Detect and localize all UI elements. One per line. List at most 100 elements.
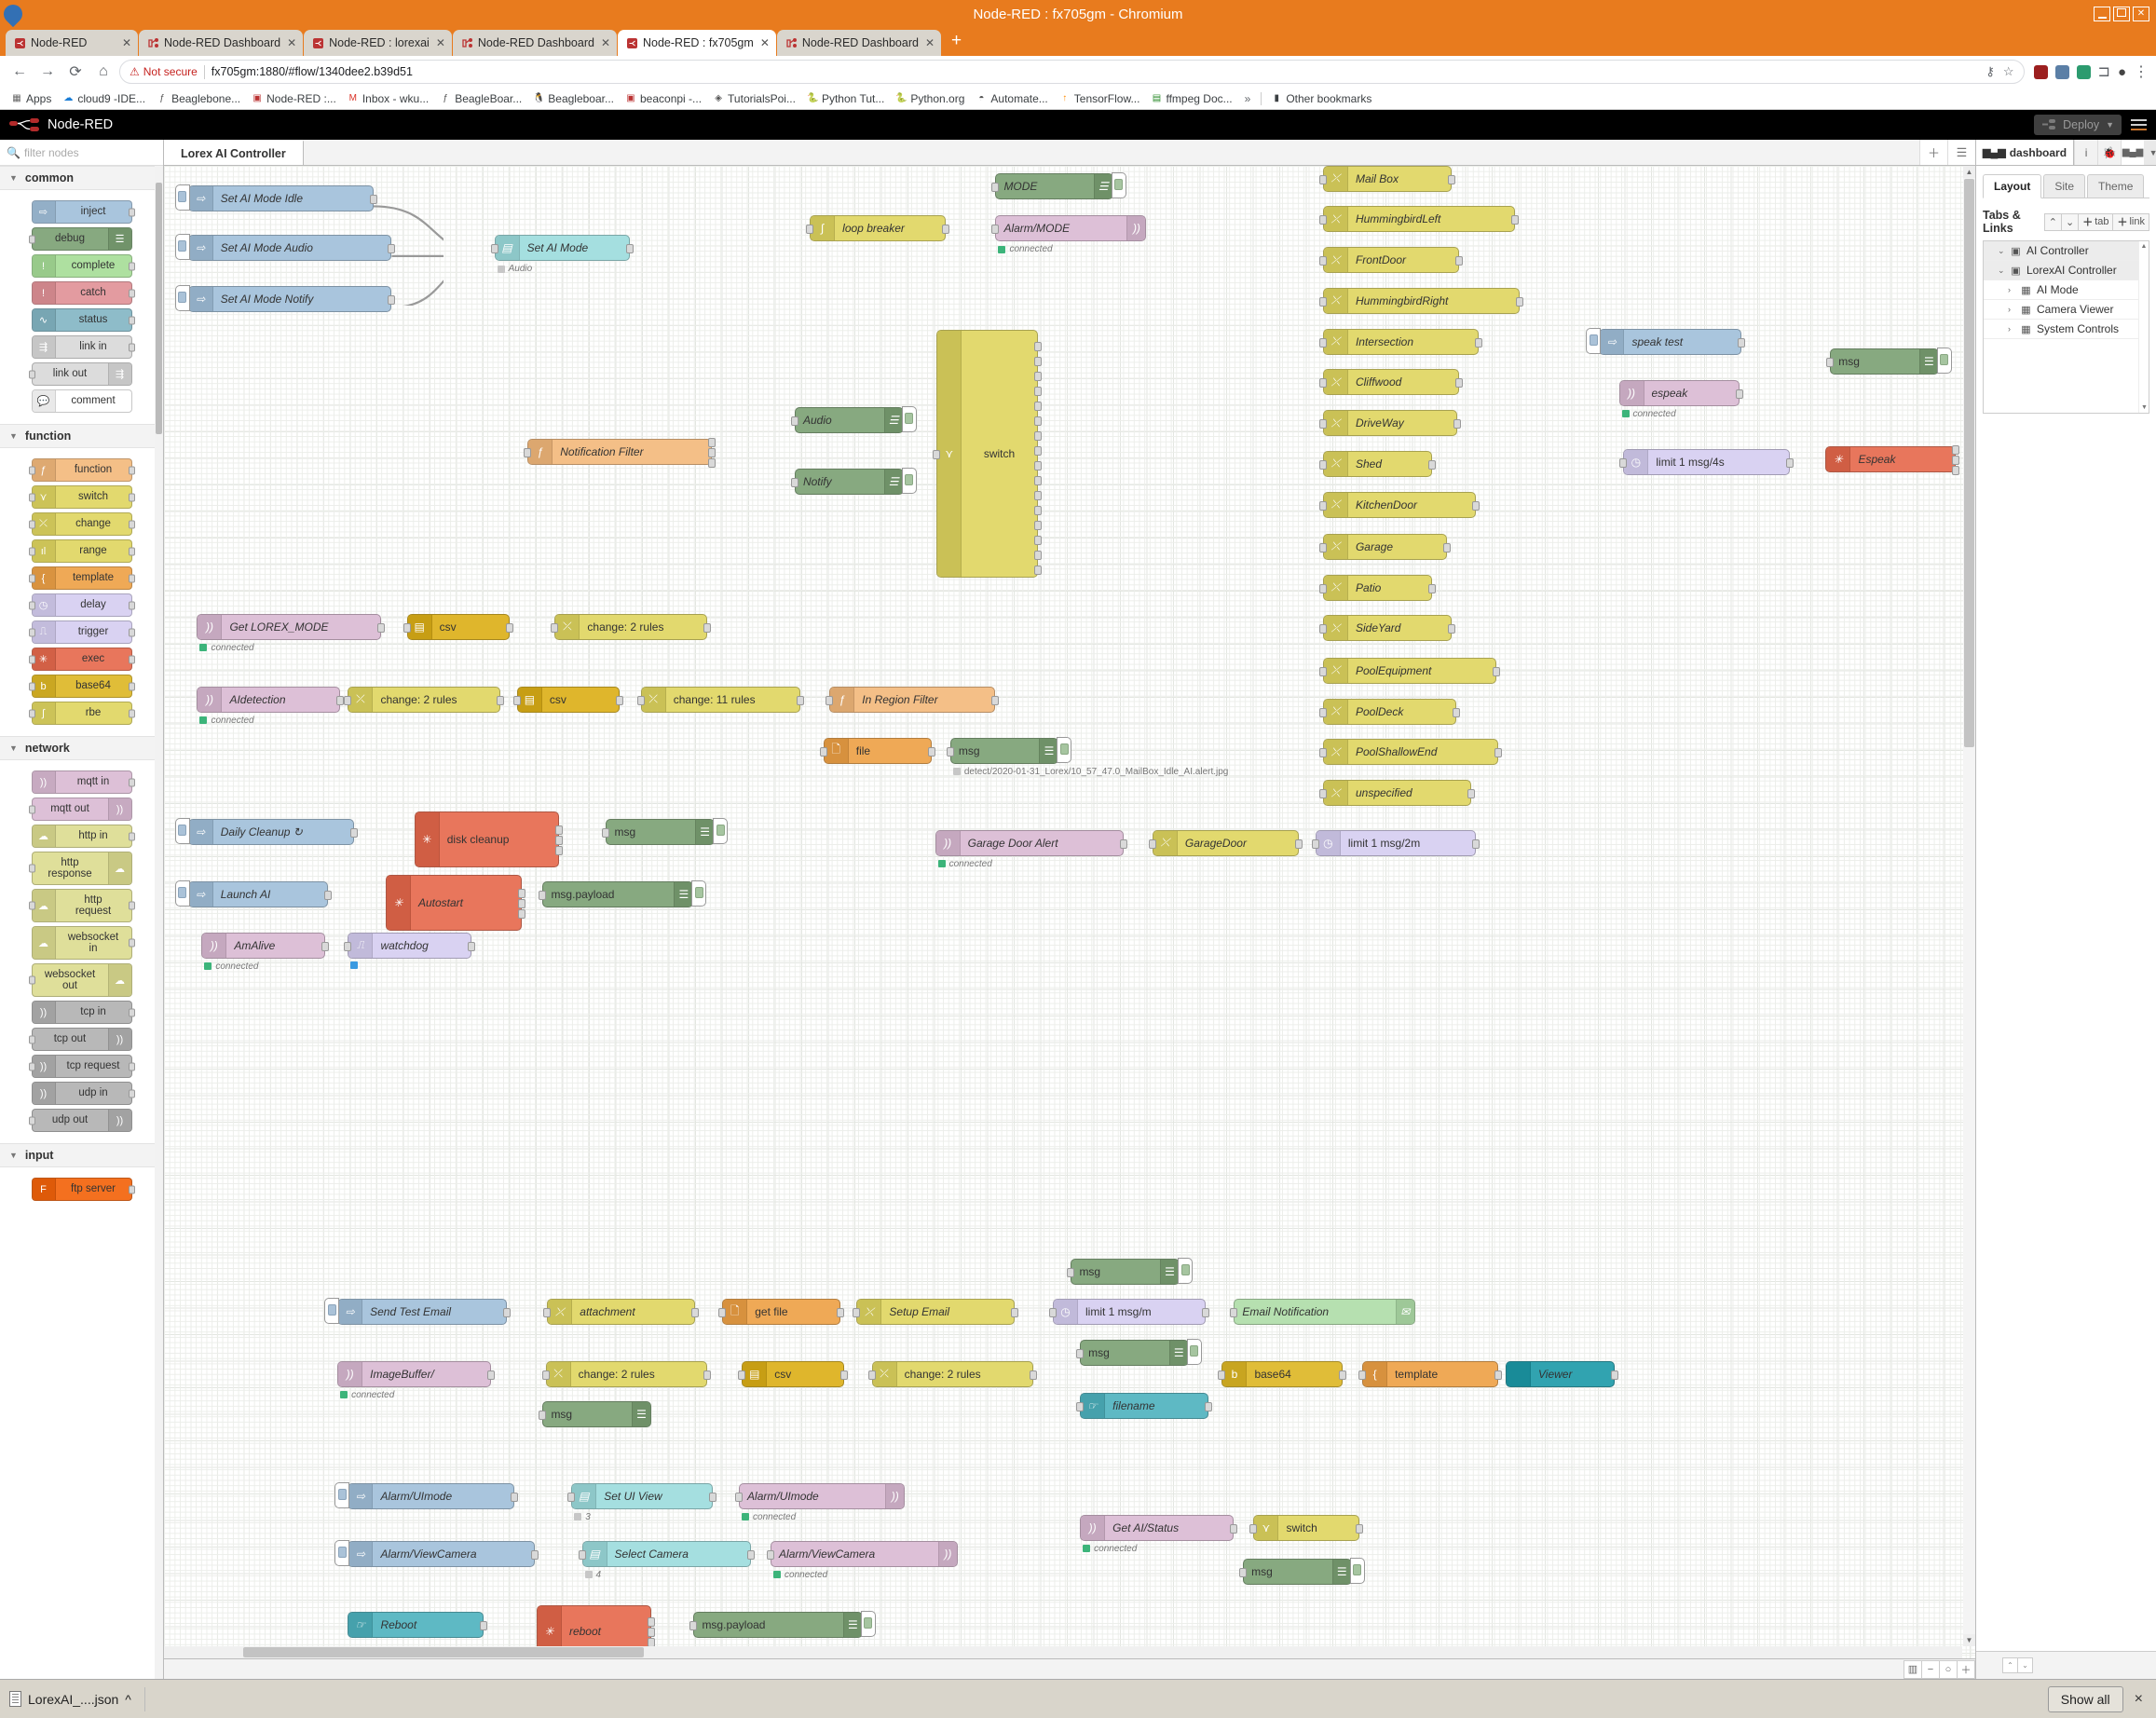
input-port[interactable] — [1318, 500, 1327, 511]
palette-node-base64[interactable]: b base64 — [28, 675, 135, 698]
palette-category-network[interactable]: ▼ network — [0, 736, 163, 760]
flow-node-alarm-viewcamera[interactable]: Alarm/ViewCamera)) connected — [767, 1540, 958, 1580]
output-port[interactable] — [128, 1089, 135, 1098]
palette-node-template[interactable]: {template — [28, 566, 135, 590]
output-port-2[interactable] — [1033, 357, 1042, 367]
output-port-1[interactable] — [555, 825, 564, 836]
output-port[interactable] — [128, 1185, 135, 1193]
canvas-zoom-controls[interactable]: ▥ − ○ ＋ — [1904, 1659, 1975, 1679]
back-button[interactable]: ← — [7, 60, 32, 84]
browser-tab-strip[interactable]: Node-RED ✕ Node-RED Dashboard ✕ Node-RED : l… — [0, 28, 2156, 56]
input-port[interactable] — [1076, 1349, 1085, 1359]
output-port[interactable] — [480, 1620, 488, 1630]
output-port[interactable] — [128, 316, 135, 324]
flow-node-switch[interactable]: ⋎ switch — [1249, 1514, 1363, 1541]
inject-trigger-button[interactable] — [1586, 327, 1602, 354]
expand-all-button[interactable]: ⌄ — [2060, 212, 2080, 231]
output-port[interactable] — [797, 695, 805, 705]
output-port[interactable] — [703, 1370, 711, 1380]
flow-node-patio[interactable]: ⤫ Patio — [1318, 574, 1436, 601]
input-port[interactable] — [28, 805, 35, 813]
output-port[interactable] — [746, 1549, 755, 1560]
input-port[interactable] — [28, 493, 35, 501]
debug-toggle-button[interactable] — [1111, 171, 1126, 198]
flow-node-hummingbirdright[interactable]: ⤫ HummingbirdRight — [1318, 287, 1523, 314]
flow-node-loop-breaker[interactable]: ∫ loop breaker — [806, 215, 949, 242]
palette-node-http-in[interactable]: ☁ http in — [31, 825, 135, 848]
dashboard-subtab-layout[interactable]: Layout — [1983, 174, 2042, 198]
flow-node-garagedoor[interactable]: ⤫ GarageDoor — [1148, 829, 1303, 856]
flow-canvas-wrapper[interactable]: 💬Flow Docuentation⇨Set AI Mode Idle⇨Set … — [164, 166, 1975, 1658]
output-port[interactable] — [128, 466, 135, 474]
debug-toggle-button[interactable] — [691, 879, 707, 907]
output-port[interactable] — [128, 832, 135, 840]
output-port[interactable] — [1737, 337, 1745, 348]
flow-node-csv[interactable]: ▤ csv — [738, 1360, 849, 1387]
palette-category-input[interactable]: ▼ input — [0, 1143, 163, 1167]
input-port[interactable] — [543, 1308, 552, 1318]
flow-node-amalive[interactable]: )) AmAlive connected — [201, 932, 330, 972]
flow-node-hummingbirdleft[interactable]: ⤫ HummingbirdLeft — [1318, 206, 1519, 233]
output-port[interactable] — [128, 901, 135, 910]
output-port[interactable] — [349, 828, 358, 839]
other-bookmarks-folder[interactable]: ▮ Other bookmarks — [1266, 90, 1376, 107]
output-port-1[interactable] — [648, 1616, 656, 1627]
input-port[interactable] — [767, 1549, 775, 1560]
flow-node-set-ai-mode-audio[interactable]: ⇨ Set AI Mode Audio — [174, 234, 396, 262]
output-port[interactable] — [1339, 1370, 1347, 1380]
flow-canvas[interactable]: 💬Flow Docuentation⇨Set AI Mode Idle⇨Set … — [164, 166, 1975, 1658]
cast-icon[interactable]: ⊐ — [2098, 62, 2110, 81]
input-port[interactable] — [539, 890, 547, 900]
output-port[interactable] — [321, 941, 330, 951]
deploy-button[interactable]: Deploy ▼ — [2034, 115, 2122, 135]
debug-toggle-button[interactable] — [1057, 736, 1072, 763]
tree-scrollbar[interactable]: ▲ ▼ — [2138, 241, 2149, 413]
palette-category-common[interactable]: ▼ common — [0, 166, 163, 190]
dashboard-tree-item-system-controls[interactable]: › ▦ System Controls — [1984, 320, 2149, 339]
dashboard-bars-icon-button[interactable]: ▆▄▆ — [2121, 140, 2145, 165]
output-port[interactable] — [1452, 707, 1460, 717]
dashboard-tree-item-ai-mode[interactable]: › ▦ AI Mode — [1984, 280, 2149, 300]
bookmark-1[interactable]: ☁ cloud9 -IDE... — [58, 90, 150, 107]
flow-node-intersection[interactable]: ⤫ Intersection — [1318, 328, 1482, 355]
flow-node-imagebuffer[interactable]: )) ImageBuffer/connected — [337, 1360, 496, 1400]
flow-node-in-region-filter[interactable]: ƒ In Region Filter — [826, 686, 1000, 713]
flow-tab-lorex-ai-controller[interactable]: Lorex AI Controller — [164, 140, 304, 165]
dashboard-subtab-theme[interactable]: Theme — [2087, 174, 2145, 198]
output-port[interactable] — [128, 574, 135, 582]
input-port[interactable] — [1318, 707, 1327, 717]
palette-node-comment[interactable]: 💬 comment — [31, 389, 132, 413]
output-port-3[interactable] — [1033, 372, 1042, 382]
bookmark-5[interactable]: ƒ BeagleBoar... — [435, 90, 526, 107]
input-port[interactable] — [28, 655, 35, 663]
chevron-down-icon[interactable]: ⌄ — [1998, 266, 2005, 276]
input-port[interactable] — [28, 547, 35, 555]
home-button[interactable]: ⌂ — [91, 60, 116, 84]
input-port[interactable] — [1318, 337, 1327, 348]
input-port[interactable] — [28, 682, 35, 690]
sidebar-collapse-up-button[interactable]: ⌃ — [2002, 1657, 2018, 1673]
output-port-11[interactable] — [1033, 491, 1042, 501]
browser-tab-2[interactable]: Node-RED : lorexai ✕ — [304, 30, 452, 56]
flow-node-get-file[interactable]: 🗋 get file — [718, 1299, 844, 1326]
dashboard-subtab-site[interactable]: Site — [2043, 174, 2086, 198]
flow-node-driveway[interactable]: ⤫ DriveWay — [1318, 410, 1462, 437]
bookmarks-overflow-button[interactable]: » — [1239, 92, 1257, 105]
flow-node-msg[interactable]: msg ☰ — [1067, 1257, 1194, 1285]
output-port[interactable] — [510, 1492, 518, 1502]
maximize-button[interactable] — [2113, 7, 2130, 21]
flow-node-garage-door-alert[interactable]: )) Garage Door Alert connected — [935, 829, 1128, 869]
output-port[interactable] — [388, 295, 396, 306]
flow-node-unspecified[interactable]: ⤫ unspecified — [1318, 780, 1475, 807]
input-port[interactable] — [567, 1492, 576, 1502]
input-port[interactable] — [1318, 215, 1327, 225]
input-port[interactable] — [1318, 256, 1327, 266]
input-port[interactable] — [790, 416, 798, 426]
zoom-in-button[interactable]: ＋ — [1957, 1659, 1975, 1679]
window-controls[interactable]: ✕ — [2094, 7, 2156, 21]
flow-node-mail-box[interactable]: ⤫ Mail Box — [1318, 166, 1455, 192]
flow-node-poolequipment[interactable]: ⤫ PoolEquipment — [1318, 657, 1501, 684]
output-port[interactable] — [703, 622, 711, 633]
canvas-scroll-down-icon[interactable]: ▼ — [1963, 1634, 1975, 1646]
bookmark-2[interactable]: ƒ Beaglebone... — [152, 90, 245, 107]
